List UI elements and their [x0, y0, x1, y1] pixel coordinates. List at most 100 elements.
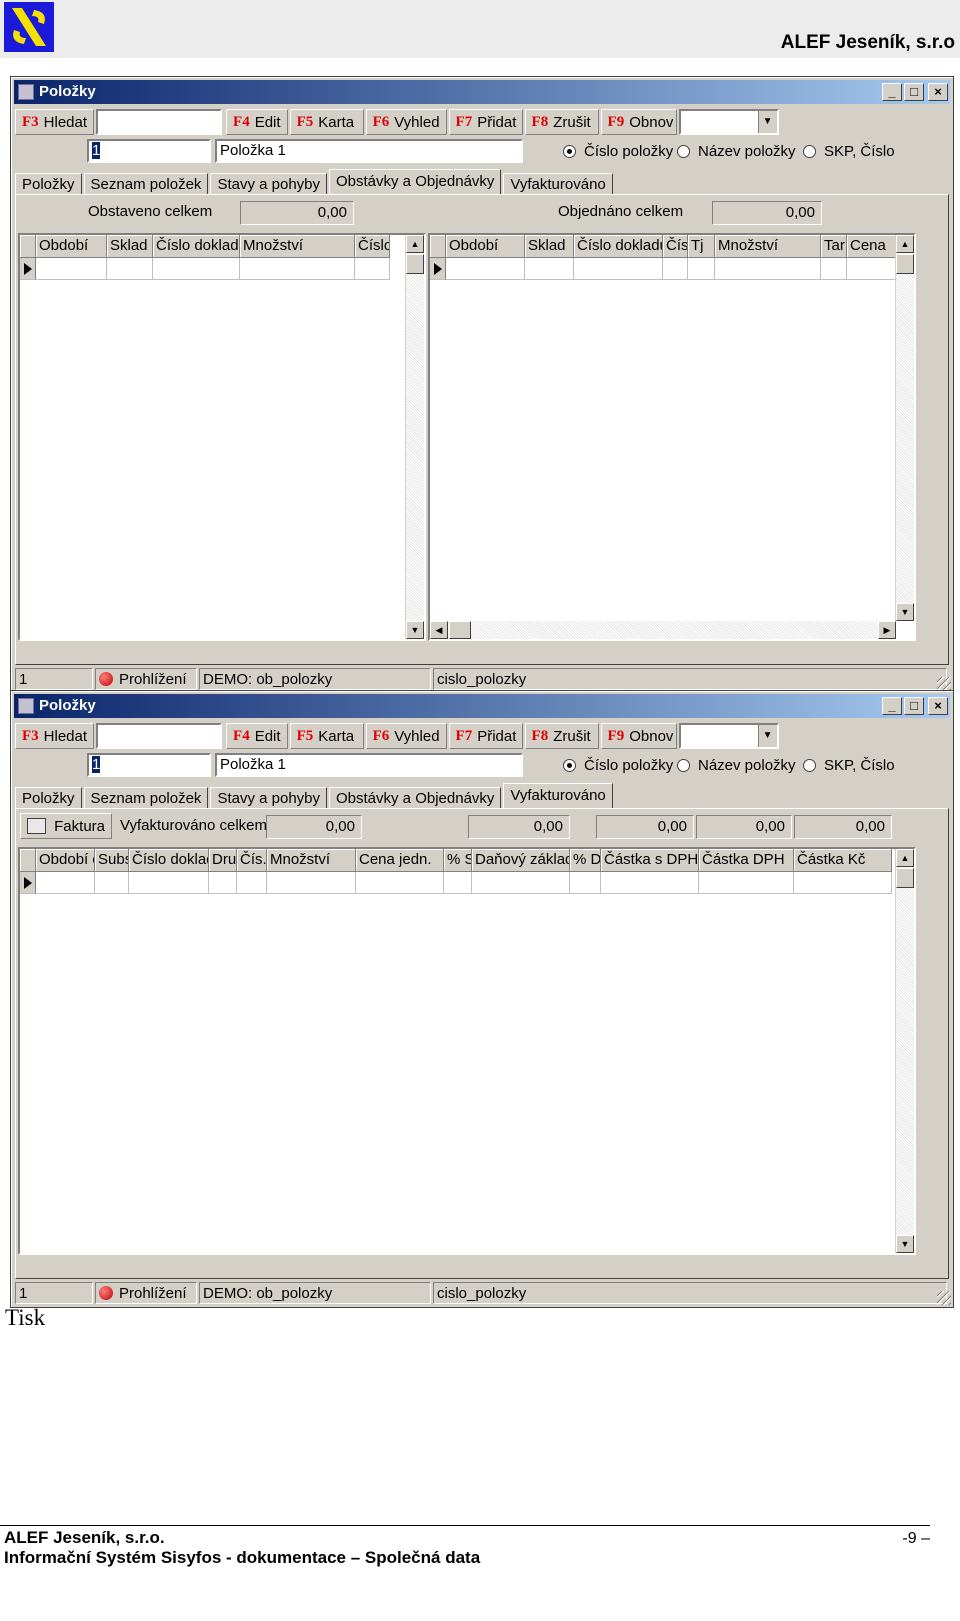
f9-refresh-button[interactable]: F9 Obnov	[600, 723, 677, 749]
col-mnozstvi[interactable]: Množství	[715, 235, 821, 258]
col-cis[interactable]: Čís.	[237, 849, 267, 872]
f8-delete-button[interactable]: F8 Zrušit	[524, 723, 599, 749]
radio-item-number[interactable]: Číslo položky	[563, 143, 673, 160]
col-sklad[interactable]: Sklad	[525, 235, 574, 258]
item-name-input[interactable]: Položka 1	[215, 139, 523, 163]
item-name-input[interactable]: Položka 1	[215, 753, 523, 777]
search-input[interactable]	[96, 109, 223, 135]
col-sklad[interactable]: Sklad	[107, 235, 153, 258]
chevron-down-icon[interactable]: ▼	[757, 111, 777, 133]
col-druh[interactable]: Dru	[209, 849, 237, 872]
col-obdobi[interactable]: Období	[446, 235, 525, 258]
vyfakturovano-grid[interactable]: Období d Subs Číslo doklad Dru Čís. Množ…	[18, 847, 916, 1255]
faktura-button[interactable]: Faktura	[20, 813, 112, 839]
col-castka-s-dph[interactable]: Částka s DPH	[601, 849, 699, 872]
tab-vyfakturovano[interactable]: Vyfakturováno	[503, 173, 613, 194]
vertical-scrollbar[interactable]: ▲ ▼	[895, 235, 914, 621]
f5-card-button[interactable]: F5 Karta	[289, 723, 364, 749]
scroll-down-icon[interactable]: ▼	[896, 603, 914, 621]
col-cislo[interactable]: Číslo	[355, 235, 390, 258]
maximize-button[interactable]: □	[904, 83, 924, 101]
filter-combo[interactable]: ▼	[678, 723, 779, 749]
chevron-down-icon[interactable]: ▼	[757, 725, 777, 747]
tab-stavy-a-pohyby[interactable]: Stavy a pohyby	[210, 787, 327, 808]
f5-card-button[interactable]: F5 Karta	[289, 109, 364, 135]
col-mnozstvi[interactable]: Množství	[267, 849, 356, 872]
col-danovy-zaklad[interactable]: Daňový základ	[472, 849, 570, 872]
resize-grip-icon[interactable]	[937, 1291, 951, 1305]
table-row[interactable]	[20, 258, 390, 280]
f4-edit-button[interactable]: F4 Edit	[226, 109, 288, 135]
col-cislo-dokladu[interactable]: Číslo doklad	[129, 849, 209, 872]
col-cislo-dokladu[interactable]: Číslo dokladu	[574, 235, 663, 258]
tab-obstavky-a-objednavky[interactable]: Obstávky a Objednávky	[329, 787, 502, 808]
col-cena[interactable]: Cena	[847, 235, 899, 258]
tab-obstavky-a-objednavky[interactable]: Obstávky a Objednávky	[329, 169, 502, 194]
scroll-down-icon[interactable]: ▼	[406, 621, 424, 639]
col-cis[interactable]: Čís	[663, 235, 688, 258]
col-pct-s[interactable]: % S	[444, 849, 472, 872]
f4-edit-button[interactable]: F4 Edit	[226, 723, 288, 749]
col-obdobi[interactable]: Období d	[36, 849, 95, 872]
objednavky-grid[interactable]: Období Sklad Číslo dokladu Čís Tj Množst…	[428, 233, 916, 641]
radio-item-name[interactable]: Název položky	[677, 757, 796, 774]
resize-grip-icon[interactable]	[937, 677, 951, 691]
scroll-thumb[interactable]	[449, 621, 471, 639]
col-mnozstvi[interactable]: Množství	[240, 235, 355, 258]
item-code-input[interactable]: 1	[87, 139, 211, 163]
maximize-button[interactable]: □	[904, 697, 924, 715]
objednano-label: Objednáno celkem	[558, 203, 684, 220]
table-row[interactable]	[20, 872, 892, 894]
scroll-thumb[interactable]	[896, 254, 914, 274]
table-row[interactable]	[430, 258, 899, 280]
close-button[interactable]: ×	[928, 83, 948, 101]
f9-refresh-button[interactable]: F9 Obnov	[600, 109, 677, 135]
vertical-scrollbar[interactable]: ▲ ▼	[405, 235, 424, 639]
radio-item-name[interactable]: Název položky	[677, 143, 796, 160]
search-input[interactable]	[96, 723, 223, 749]
tab-polozky[interactable]: Položky	[15, 787, 82, 808]
f7-add-button[interactable]: F7 Přidat	[448, 723, 523, 749]
f6-find-button[interactable]: F6 Vyhled	[365, 723, 447, 749]
scroll-up-icon[interactable]: ▲	[896, 849, 914, 867]
f8-delete-button[interactable]: F8 Zrušit	[524, 109, 599, 135]
scroll-right-icon[interactable]: ▶	[878, 621, 896, 639]
horizontal-scrollbar[interactable]: ◀ ▶	[430, 621, 896, 639]
close-button[interactable]: ×	[928, 697, 948, 715]
radio-skp[interactable]: SKP, Číslo	[803, 143, 895, 160]
minimize-button[interactable]: _	[882, 697, 902, 715]
col-pct-d[interactable]: % D	[570, 849, 601, 872]
scroll-up-icon[interactable]: ▲	[896, 235, 914, 253]
col-castka-dph[interactable]: Částka DPH	[699, 849, 794, 872]
tab-seznam-polozek[interactable]: Seznam položek	[83, 173, 209, 194]
minimize-button[interactable]: _	[882, 83, 902, 101]
scroll-thumb[interactable]	[406, 254, 424, 274]
obstavky-grid[interactable]: Období Sklad Číslo dokladu Množství Čísl…	[18, 233, 426, 641]
radio-skp[interactable]: SKP, Číslo	[803, 757, 895, 774]
col-obdobi[interactable]: Období	[36, 235, 107, 258]
tab-polozky[interactable]: Položky	[15, 173, 82, 194]
col-tar[interactable]: Tar	[821, 235, 847, 258]
scroll-left-icon[interactable]: ◀	[430, 621, 448, 639]
invoice-icon	[27, 818, 47, 834]
vertical-scrollbar[interactable]: ▲ ▼	[895, 849, 914, 1253]
scroll-up-icon[interactable]: ▲	[406, 235, 424, 253]
scroll-thumb[interactable]	[896, 868, 914, 888]
f3-search-button[interactable]: F3 Hledat	[15, 109, 95, 135]
item-code-input[interactable]: 1	[87, 753, 211, 777]
col-tj[interactable]: Tj	[688, 235, 715, 258]
f3-search-button[interactable]: F3 Hledat	[15, 723, 95, 749]
scroll-down-icon[interactable]: ▼	[896, 1235, 914, 1253]
tab-vyfakturovano[interactable]: Vyfakturováno	[503, 783, 613, 808]
f6-find-button[interactable]: F6 Vyhled	[365, 109, 447, 135]
f7-add-button[interactable]: F7 Přidat	[448, 109, 523, 135]
col-cislo-dokladu[interactable]: Číslo dokladu	[153, 235, 240, 258]
tab-seznam-polozek[interactable]: Seznam položek	[83, 787, 209, 808]
col-subs[interactable]: Subs	[95, 849, 129, 872]
filter-combo[interactable]: ▼	[678, 109, 779, 135]
col-cena-jedn[interactable]: Cena jedn.	[356, 849, 444, 872]
status-database: DEMO: ob_polozky	[199, 1282, 431, 1304]
tab-stavy-a-pohyby[interactable]: Stavy a pohyby	[210, 173, 327, 194]
radio-item-number[interactable]: Číslo položky	[563, 757, 673, 774]
col-castka-kc[interactable]: Částka Kč	[794, 849, 892, 872]
